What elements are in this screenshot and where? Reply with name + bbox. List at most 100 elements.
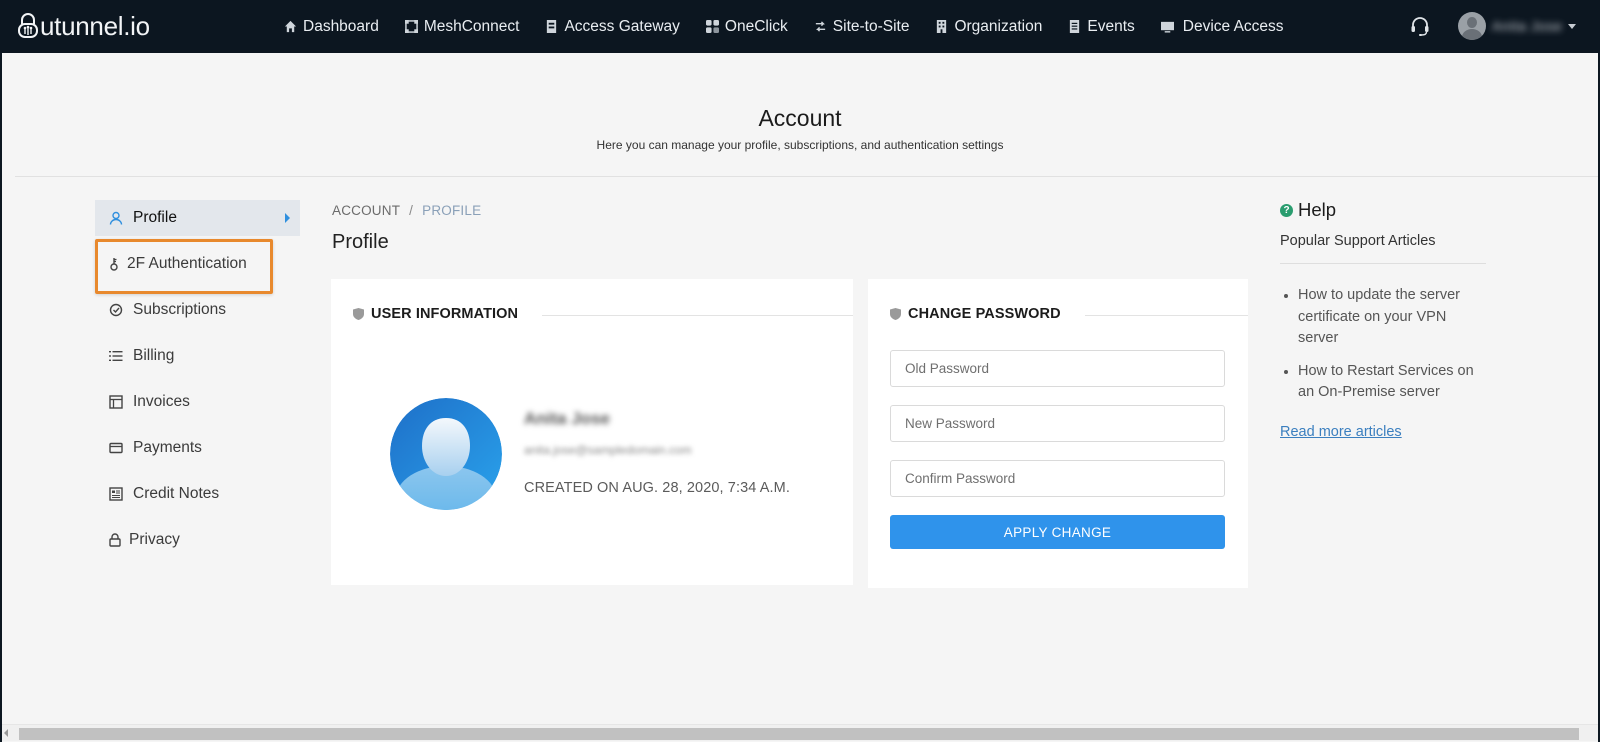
sidebar-item-subscriptions[interactable]: Subscriptions bbox=[95, 292, 300, 328]
user-menu-name[interactable]: Anita Jose bbox=[1492, 18, 1562, 34]
sidebar-item-label: Privacy bbox=[129, 531, 180, 548]
nav-dashboard[interactable]: Dashboard bbox=[284, 18, 379, 36]
shield-icon bbox=[890, 308, 901, 320]
support-articles-list: How to update the server certificate on … bbox=[1280, 285, 1486, 404]
caret-down-icon[interactable] bbox=[1568, 24, 1576, 29]
sidebar-item-label: 2F Authentication bbox=[127, 255, 247, 272]
nav-label: MeshConnect bbox=[423, 17, 520, 35]
profile-name: Anita Jose bbox=[524, 409, 610, 428]
nav-oneclick[interactable]: OneClick bbox=[705, 17, 788, 36]
shield-icon bbox=[353, 308, 364, 320]
nav-events[interactable]: Events bbox=[1068, 17, 1135, 36]
divider bbox=[1280, 263, 1486, 264]
nav-label: Organization bbox=[954, 17, 1043, 35]
help-subtitle: Popular Support Articles bbox=[1280, 233, 1436, 249]
nav-label: Access Gateway bbox=[564, 17, 680, 35]
scrollbar-thumb[interactable] bbox=[19, 728, 1579, 740]
sidebar-item-invoices[interactable]: Invoices bbox=[95, 384, 300, 420]
sidebar-item-profile[interactable]: Profile bbox=[95, 200, 300, 236]
support-article-link[interactable]: How to Restart Services on an On-Premise… bbox=[1284, 361, 1486, 404]
user-information-card: USER INFORMATION Anita Jose anita.jose@s… bbox=[331, 279, 853, 585]
sidebar-item-credit-notes[interactable]: Credit Notes bbox=[95, 476, 300, 512]
brand-name: utunnel.io bbox=[40, 10, 150, 41]
section-title: Profile bbox=[332, 231, 389, 253]
help-panel: ? Help Popular Support Articles How to u… bbox=[1280, 199, 1486, 441]
sidebar-item-label: Subscriptions bbox=[133, 301, 227, 318]
breadcrumb-profile: PROFILE bbox=[422, 203, 482, 218]
sidebar-item-label: Billing bbox=[133, 347, 175, 364]
new-password-input[interactable] bbox=[890, 405, 1225, 442]
question-circle-icon: ? bbox=[1280, 203, 1293, 217]
card-heading: CHANGE PASSWORD bbox=[890, 306, 1061, 322]
apply-change-button[interactable]: APPLY CHANGE bbox=[890, 515, 1225, 549]
horizontal-scrollbar[interactable] bbox=[2, 724, 1598, 741]
arrows-icon bbox=[815, 21, 825, 32]
default-user-avatar-icon bbox=[390, 398, 502, 510]
list-icon bbox=[109, 351, 123, 361]
header-divider bbox=[15, 176, 1598, 177]
account-page: Account Here you can manage your profile… bbox=[2, 53, 1598, 742]
profile-email: anita.jose@sampledomain.com bbox=[524, 443, 692, 457]
old-password-input[interactable] bbox=[890, 350, 1225, 387]
check-circle-icon bbox=[109, 303, 123, 317]
grid-icon bbox=[705, 20, 719, 33]
main-nav: Dashboard MeshConnect Access Gateway One… bbox=[284, 0, 1310, 53]
building-icon bbox=[937, 20, 947, 33]
page-title: Account bbox=[758, 105, 842, 131]
confirm-password-input[interactable] bbox=[890, 460, 1225, 497]
sidebar-item-label: Payments bbox=[133, 439, 202, 456]
breadcrumb-separator: / bbox=[409, 203, 414, 218]
page-subtitle: Here you can manage your profile, subscr… bbox=[596, 138, 1004, 152]
scroll-left-arrow-icon[interactable] bbox=[4, 729, 8, 737]
card-heading-text: USER INFORMATION bbox=[371, 306, 519, 322]
invoice-icon bbox=[109, 395, 123, 409]
divider bbox=[1085, 315, 1248, 316]
nav-label: Device Access bbox=[1182, 17, 1284, 35]
nav-label: Dashboard bbox=[303, 17, 379, 35]
user-avatar[interactable] bbox=[1458, 12, 1486, 40]
card-heading-text: CHANGE PASSWORD bbox=[908, 306, 1061, 322]
change-password-card: CHANGE PASSWORD APPLY CHANGE bbox=[868, 279, 1248, 588]
breadcrumb-account[interactable]: ACCOUNT bbox=[332, 203, 400, 218]
nav-device-access[interactable]: Device Access bbox=[1160, 17, 1284, 36]
sidebar-item-billing[interactable]: Billing bbox=[95, 338, 300, 374]
gateway-icon bbox=[547, 20, 557, 33]
nav-label: Site-to-Site bbox=[832, 17, 910, 35]
nav-organization[interactable]: Organization bbox=[935, 18, 1042, 36]
nav-access-gateway[interactable]: Access Gateway bbox=[545, 17, 680, 36]
sidebar-item-label: Invoices bbox=[133, 393, 190, 410]
profile-avatar bbox=[390, 398, 502, 510]
home-icon bbox=[284, 20, 297, 33]
nav-label: Events bbox=[1087, 17, 1135, 35]
sidebar-item-label: Profile bbox=[133, 209, 177, 226]
key-icon bbox=[110, 258, 118, 271]
page-header: Account Here you can manage your profile… bbox=[2, 53, 1598, 176]
sidebar-item-privacy[interactable]: Privacy bbox=[95, 522, 300, 558]
help-title-text: Help bbox=[1298, 199, 1337, 220]
account-sidebar: Profile 2F Authentication Subscriptions … bbox=[95, 200, 300, 568]
read-more-articles-link[interactable]: Read more articles bbox=[1280, 424, 1402, 440]
monitor-icon bbox=[1160, 21, 1174, 33]
id-card-icon bbox=[109, 487, 123, 501]
breadcrumb: ACCOUNT / PROFILE bbox=[332, 203, 481, 218]
top-navbar: utunnel.io Dashboard MeshConnect Access … bbox=[0, 0, 1600, 53]
user-icon bbox=[109, 211, 123, 225]
list-icon bbox=[1070, 20, 1080, 33]
support-article-link[interactable]: How to update the server certificate on … bbox=[1284, 285, 1486, 350]
account-created-date: CREATED ON AUG. 28, 2020, 7:34 A.M. bbox=[524, 480, 790, 496]
sidebar-item-label: Credit Notes bbox=[133, 485, 220, 502]
sidebar-item-2f-authentication[interactable]: 2F Authentication bbox=[95, 246, 300, 282]
lock-icon bbox=[109, 533, 121, 547]
lock-circuit-icon bbox=[18, 13, 38, 38]
brand-logo[interactable]: utunnel.io bbox=[17, 10, 150, 42]
nav-meshconnect[interactable]: MeshConnect bbox=[404, 17, 520, 36]
nav-site-to-site[interactable]: Site-to-Site bbox=[814, 17, 910, 36]
sidebar-item-payments[interactable]: Payments bbox=[95, 430, 300, 466]
headset-icon[interactable] bbox=[1408, 14, 1432, 38]
help-title: ? Help bbox=[1280, 199, 1486, 221]
divider bbox=[542, 315, 853, 316]
card-icon bbox=[109, 442, 123, 454]
nav-label: OneClick bbox=[724, 17, 788, 35]
caret-right-icon bbox=[285, 213, 290, 223]
card-heading: USER INFORMATION bbox=[353, 306, 518, 322]
